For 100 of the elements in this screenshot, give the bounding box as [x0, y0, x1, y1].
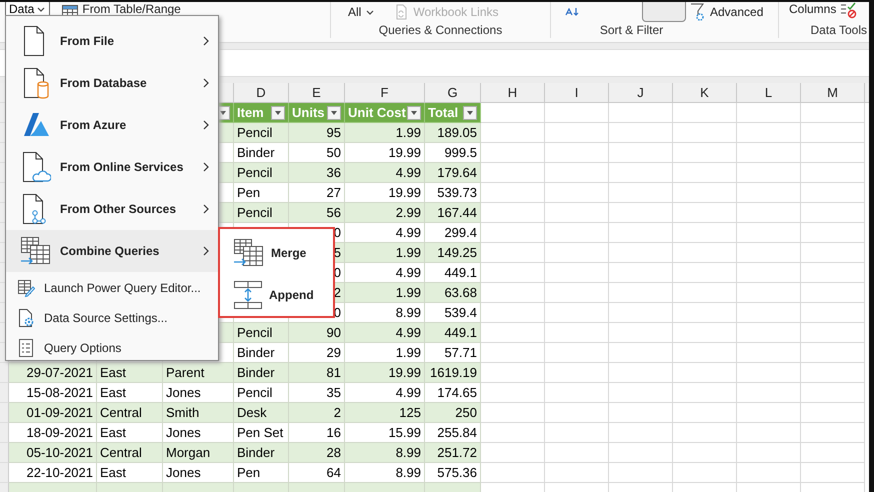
- table-cell: 28: [289, 443, 345, 463]
- empty-cell: [673, 323, 737, 343]
- chevron-down-icon: [36, 5, 46, 13]
- empty-cell: [609, 383, 673, 403]
- column-header[interactable]: G: [425, 83, 481, 103]
- caret-icon: [219, 110, 227, 116]
- table-cell: 149.25: [425, 243, 481, 263]
- column-header[interactable]: M: [801, 83, 865, 103]
- empty-cell: [673, 463, 737, 483]
- filter-button[interactable]: [271, 106, 285, 120]
- table-cell: Central: [97, 403, 163, 423]
- table-header: Unit Cost: [348, 104, 406, 122]
- refresh-dropdown[interactable]: All: [348, 5, 362, 19]
- combine-tables-icon: [20, 236, 52, 266]
- table-cell: Smith: [163, 403, 234, 423]
- append-tables-icon: [233, 280, 263, 310]
- table-pencil-icon: [17, 279, 35, 297]
- empty-cell: [737, 463, 801, 483]
- empty-cell: [801, 363, 865, 383]
- table-cell: 1.99: [345, 243, 425, 263]
- empty-cell: [609, 263, 673, 283]
- column-header[interactable]: J: [609, 83, 673, 103]
- empty-cell: [737, 303, 801, 323]
- empty-cell: [609, 203, 673, 223]
- empty-cell: [673, 223, 737, 243]
- empty-cell: [801, 303, 865, 323]
- empty-cell: [609, 123, 673, 143]
- empty-cell: [609, 183, 673, 203]
- empty-cell: [481, 343, 545, 363]
- empty-cell: [609, 303, 673, 323]
- empty-cell: [737, 443, 801, 463]
- empty-cell: [545, 383, 609, 403]
- empty-cell: [737, 323, 801, 343]
- empty-cell: [737, 263, 801, 283]
- table-cell: 167.44: [425, 203, 481, 223]
- table-cell: 36: [289, 163, 345, 183]
- empty-cell: [545, 323, 609, 343]
- azure-logo-icon: [22, 111, 50, 139]
- cloud-document-icon: [21, 151, 51, 183]
- row-header: [0, 403, 9, 423]
- table-cell: 29-07-2021: [9, 363, 97, 383]
- caret-icon: [466, 110, 474, 116]
- menu-item[interactable]: From Other Sources: [6, 188, 218, 230]
- column-header[interactable]: F: [345, 83, 425, 103]
- empty-cell: [673, 443, 737, 463]
- empty-cell: [545, 263, 609, 283]
- filter-button[interactable]: [463, 106, 477, 120]
- empty-cell: [801, 403, 865, 423]
- ribbon-button[interactable]: Advanced: [710, 5, 764, 19]
- empty-cell: [545, 243, 609, 263]
- menu-item[interactable]: Combine Queries: [6, 230, 218, 272]
- empty-cell: [673, 263, 737, 283]
- filter-button[interactable]: [327, 106, 341, 120]
- table-cell: Pencil: [234, 203, 289, 223]
- empty-cell: [737, 223, 801, 243]
- menu-item[interactable]: From Azure: [6, 104, 218, 146]
- column-header[interactable]: K: [673, 83, 737, 103]
- empty-cell: [737, 163, 801, 183]
- merge-tables-icon: [233, 238, 265, 268]
- menu-item[interactable]: From Online Services: [6, 146, 218, 188]
- empty-cell: [801, 383, 865, 403]
- empty-cell: [545, 343, 609, 363]
- ribbon-button[interactable]: Columns: [789, 2, 836, 16]
- column-header[interactable]: L: [737, 83, 801, 103]
- menu-item[interactable]: Query Options: [6, 334, 218, 362]
- document-gear-icon: [17, 308, 35, 328]
- table-cell: 189.05: [425, 123, 481, 143]
- column-header[interactable]: H: [481, 83, 545, 103]
- filter-button[interactable]: [642, 2, 686, 22]
- sort-icon: [565, 8, 579, 16]
- ribbon-button[interactable]: From Table/Range: [82, 2, 181, 16]
- table-cell: Pencil: [234, 123, 289, 143]
- empty-cell: [545, 223, 609, 243]
- empty-cell: [801, 103, 865, 123]
- column-header[interactable]: I: [545, 83, 609, 103]
- empty-cell: [737, 343, 801, 363]
- filter-button[interactable]: [407, 106, 421, 120]
- menu-item[interactable]: From File: [6, 20, 218, 62]
- menu-item[interactable]: Launch Power Query Editor...: [6, 274, 218, 302]
- column-header[interactable]: E: [289, 83, 345, 103]
- table-cell: Pencil: [234, 323, 289, 343]
- empty-cell: [545, 363, 609, 383]
- table-cell: 449.1: [425, 323, 481, 343]
- empty-cell: [801, 423, 865, 443]
- column-header[interactable]: D: [234, 83, 289, 103]
- empty-cell: [737, 243, 801, 263]
- row-header: [0, 443, 9, 463]
- database-icon: [22, 67, 50, 99]
- table-cell: 179.64: [425, 163, 481, 183]
- empty-cell: [737, 283, 801, 303]
- menu-item[interactable]: Data Source Settings...: [6, 304, 218, 332]
- empty-cell: [801, 203, 865, 223]
- table-cell: 1619.19: [425, 363, 481, 383]
- empty-cell: [673, 403, 737, 423]
- menu-item[interactable]: From Database: [6, 62, 218, 104]
- empty-cell: [545, 163, 609, 183]
- empty-cell: [545, 283, 609, 303]
- empty-cell: [481, 423, 545, 443]
- table-cell: 95: [289, 123, 345, 143]
- empty-cell: [673, 343, 737, 363]
